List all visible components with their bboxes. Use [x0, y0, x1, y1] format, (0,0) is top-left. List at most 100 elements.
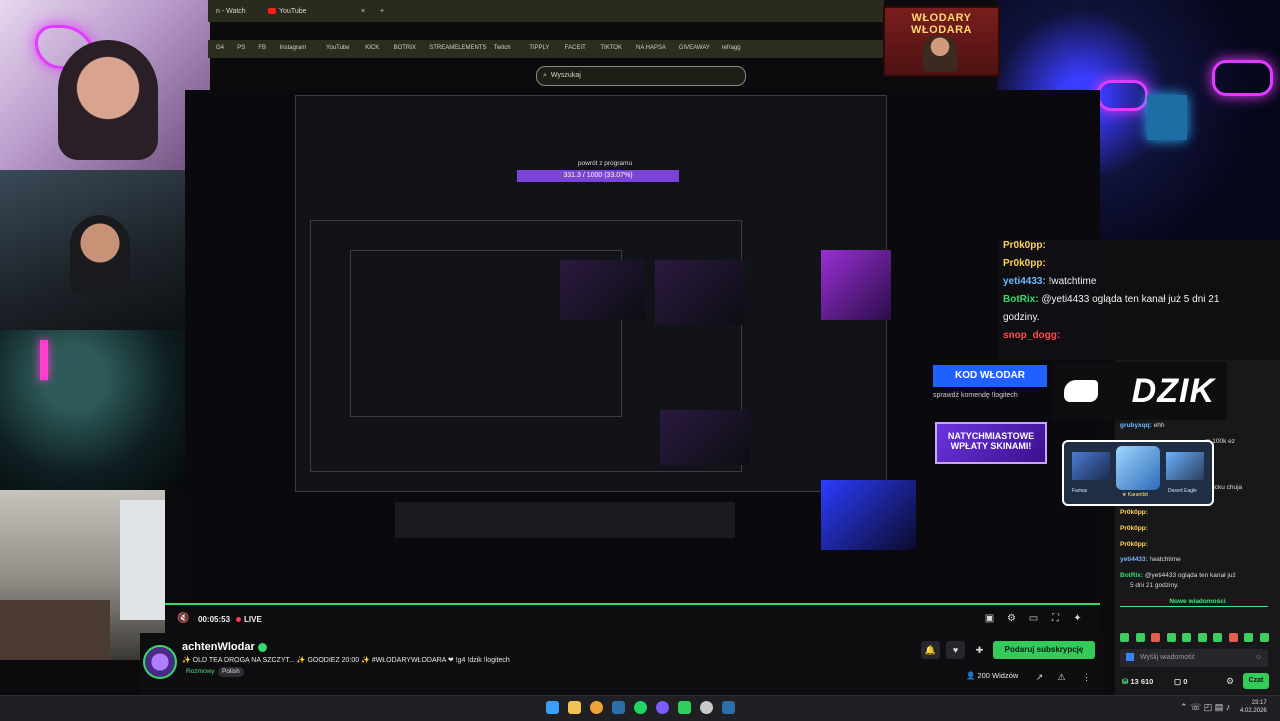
mute-icon[interactable]: 🔇	[177, 613, 189, 624]
channel-name[interactable]: achtenWlodar	[182, 641, 267, 653]
settings-icon[interactable]: ⚙	[1006, 613, 1017, 624]
chat-username[interactable]: Pr0k0pp:	[1003, 258, 1046, 269]
chat-username[interactable]: Pr0k0pp:	[1120, 525, 1148, 532]
viewer-label: Widzów	[992, 671, 1019, 680]
system-tray-icons[interactable]: ⌃ ☏ ◰ ▤ ♪	[1180, 702, 1230, 713]
discord-icon[interactable]	[656, 701, 669, 714]
tab-watch[interactable]: n - Watch	[208, 3, 264, 20]
send-chat-button[interactable]: Czat	[1243, 673, 1269, 689]
dzik-logo: DZIK	[1052, 362, 1227, 420]
bits-counter[interactable]: ▢ 0	[1174, 677, 1187, 686]
avatar[interactable]	[143, 645, 177, 679]
gift-sub-button[interactable]: Podaruj subskrypcję	[993, 641, 1095, 659]
nested-progress-label: powrót z programu	[577, 160, 633, 167]
chat-username[interactable]: BotRix:	[1003, 294, 1039, 305]
steam-icon[interactable]	[612, 701, 625, 714]
chat-username[interactable]: BotRix:	[1120, 572, 1143, 579]
bookmark-item[interactable]: G4	[216, 45, 224, 51]
gift-icon[interactable]: ✚	[970, 641, 989, 659]
chat-username[interactable]: yeti4433:	[1120, 556, 1148, 563]
chat-message: kicku chuja	[1210, 484, 1243, 491]
emote-icon[interactable]	[1197, 633, 1207, 642]
webcam-main	[0, 0, 210, 170]
emote-row	[1120, 633, 1275, 643]
obs-icon[interactable]	[700, 701, 713, 714]
more-options-icon[interactable]: ⋮	[1077, 668, 1096, 686]
chat-username[interactable]: snop_dogg:	[1003, 330, 1060, 341]
emote-icon[interactable]	[1182, 633, 1191, 642]
chat-input[interactable]: Wyślij wiadomość ☺	[1120, 649, 1268, 667]
emoji-icon[interactable]: ☺	[1255, 649, 1262, 667]
chat-username[interactable]: Pr0k0pp:	[1120, 509, 1148, 516]
chat-username[interactable]: Pr0k0pp:	[1003, 240, 1046, 251]
spotify-icon[interactable]	[634, 701, 647, 714]
emote-icon[interactable]	[1213, 633, 1222, 642]
promo-title: WŁODARY WŁODARA	[911, 12, 972, 36]
chat-badge-icon	[1126, 653, 1134, 662]
chat-message: godziny.	[1003, 312, 1040, 323]
karambit-image	[1116, 446, 1160, 490]
chat-username[interactable]: yeti4433:	[1003, 276, 1046, 287]
bookmark-item[interactable]: Twitch	[494, 45, 511, 51]
clip-icon[interactable]: ▣	[984, 613, 995, 624]
stream-video[interactable]: 331.3 / 1000 (33.07%) powrót z programu	[185, 90, 1100, 610]
skins-payment-banner: NATYCHMIASTOWE WPŁATY SKINAMI!	[935, 422, 1047, 464]
bookmark-item[interactable]: Instagram	[280, 45, 307, 51]
report-icon[interactable]: ⚠	[1052, 668, 1071, 686]
bookmark-item[interactable]: KICK	[365, 45, 379, 51]
kick-icon[interactable]	[678, 701, 691, 714]
bookmark-item[interactable]: YouTube	[326, 45, 350, 51]
language-tag[interactable]: Polish	[218, 667, 244, 677]
bookmark-item[interactable]: PS	[237, 45, 245, 51]
notification-bell-icon[interactable]: 🔔	[921, 641, 940, 659]
clock-date: 4.02.2026	[1240, 708, 1267, 714]
emote-icon[interactable]	[1244, 633, 1253, 642]
emote-icon[interactable]	[1120, 633, 1129, 642]
windows-start-icon[interactable]	[546, 701, 559, 714]
gear-icon[interactable]: ✦	[1072, 613, 1083, 624]
emote-icon[interactable]	[1166, 633, 1176, 642]
side-chat-line: grubyxqq: ehh	[1120, 422, 1164, 429]
chat-username[interactable]: grubyxqq:	[1120, 422, 1152, 429]
new-messages-button[interactable]: Nowe wiadomości	[1115, 598, 1280, 605]
bookmark-item[interactable]: STREAMELEMENTS	[429, 45, 486, 51]
category-link[interactable]: Rozmowy	[182, 667, 219, 677]
bookmark-item[interactable]: GIVEAWAY	[679, 45, 710, 51]
new-tab-button[interactable]: +	[380, 3, 390, 20]
overlay-chat-line: yeti4433: !watchtime	[1003, 276, 1096, 287]
heart-icon[interactable]: ♥	[946, 641, 965, 659]
webcam-room	[0, 330, 185, 490]
overlay-chat-line: Pr0k0pp:	[1003, 258, 1046, 269]
share-icon[interactable]: ↗	[1030, 668, 1049, 686]
chat-message: !watchtime	[1147, 556, 1181, 563]
bookmark-item[interactable]: FB	[258, 45, 266, 51]
bookmark-item[interactable]: BOTRIX	[394, 45, 416, 51]
theatre-mode-icon[interactable]: ▭	[1028, 613, 1039, 624]
chrome-icon[interactable]	[590, 701, 603, 714]
channel-points[interactable]: ⛁ 13 610	[1122, 677, 1153, 686]
side-chat-line: kicku chuja	[1210, 484, 1242, 491]
steam-alt-icon[interactable]	[722, 701, 735, 714]
search-box[interactable]: ⌕ Wyszukaj	[536, 66, 746, 86]
bookmark-item[interactable]: NA HAPSA	[636, 45, 666, 51]
webcam-guest	[0, 170, 185, 330]
bookmark-item[interactable]: TIPPLY	[529, 45, 549, 51]
tab-youtube-label: YouTube	[279, 8, 307, 15]
bookmark-item[interactable]: TIKTOK	[600, 45, 622, 51]
chat-settings-icon[interactable]: ⚙	[1226, 676, 1234, 687]
emote-icon[interactable]	[1259, 633, 1269, 642]
taskbar-clock[interactable]: 23:17 4.02.2026	[1240, 699, 1267, 715]
side-chat-line: yeti4433: !watchtime	[1120, 556, 1181, 563]
bookmarks-bar: G4 PS FB Instagram YouTube KICK BOTRIX STREAMEL…	[208, 40, 884, 58]
emote-icon[interactable]	[1135, 633, 1145, 642]
chat-username[interactable]: Pr0k0pp:	[1120, 541, 1148, 548]
overlay-chat-line: BotRix: @yeti4433 ogląda ten kanał już 5…	[1003, 294, 1219, 305]
bookmark-item[interactable]: refragg	[722, 45, 741, 51]
browser-tabbar: n - Watch YouTube × +	[208, 0, 884, 22]
emote-icon[interactable]	[1151, 633, 1160, 642]
emote-icon[interactable]	[1228, 633, 1238, 642]
fullscreen-icon[interactable]: ⛶	[1050, 613, 1061, 624]
close-tab-icon[interactable]: ×	[361, 3, 371, 20]
file-explorer-icon[interactable]	[568, 701, 581, 714]
bookmark-item[interactable]: FACEIT	[565, 45, 586, 51]
